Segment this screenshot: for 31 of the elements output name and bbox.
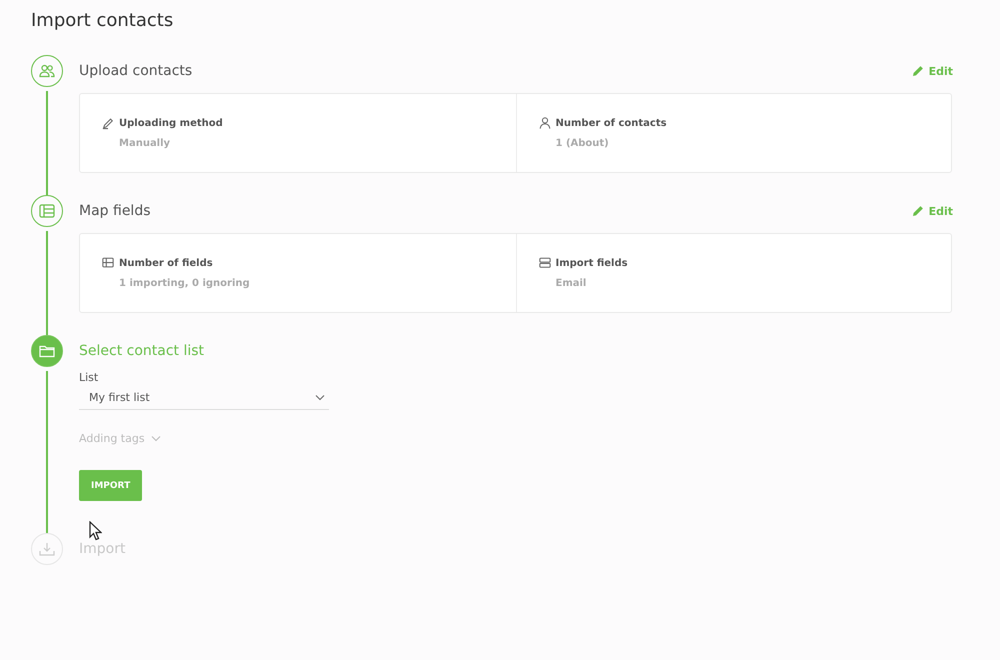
detail-label: Number of fields [119,258,213,268]
table-icon [102,256,114,270]
table-icon [39,204,55,218]
edit-link[interactable]: Edit [912,204,953,218]
cursor-icon [89,521,102,541]
detail-value: Email [556,278,588,289]
detail-value: 1 importing, 0 ignoring [119,278,251,289]
pencil-icon [912,205,924,217]
list-label: List [79,371,100,384]
edit-link[interactable]: Edit [912,64,953,78]
pencil-icon [912,65,924,77]
stack-icon [538,256,550,270]
detail-label: Import fields [556,258,628,268]
chevron-icon [150,436,161,442]
import-button[interactable]: IMPORT [79,470,142,501]
detail-value: Manually [119,138,172,149]
download-icon [39,542,55,556]
folder-icon [39,344,55,358]
page-title: Import contacts [31,10,174,32]
list-dropdown[interactable]: My first list [79,387,329,410]
detail-value: 1 (About) [556,138,610,149]
adding-tags-toggle[interactable]: Adding tags [79,432,161,445]
step-title: Map fields [79,203,150,219]
step-title: Upload contacts [79,63,192,79]
people-icon [39,64,55,78]
pencil-icon [102,116,114,130]
detail-label: Uploading method [119,118,223,128]
person-icon [538,116,550,130]
chevron-icon [315,394,325,400]
step-title: Select contact list [79,343,204,359]
detail-label: Number of contacts [556,118,667,128]
